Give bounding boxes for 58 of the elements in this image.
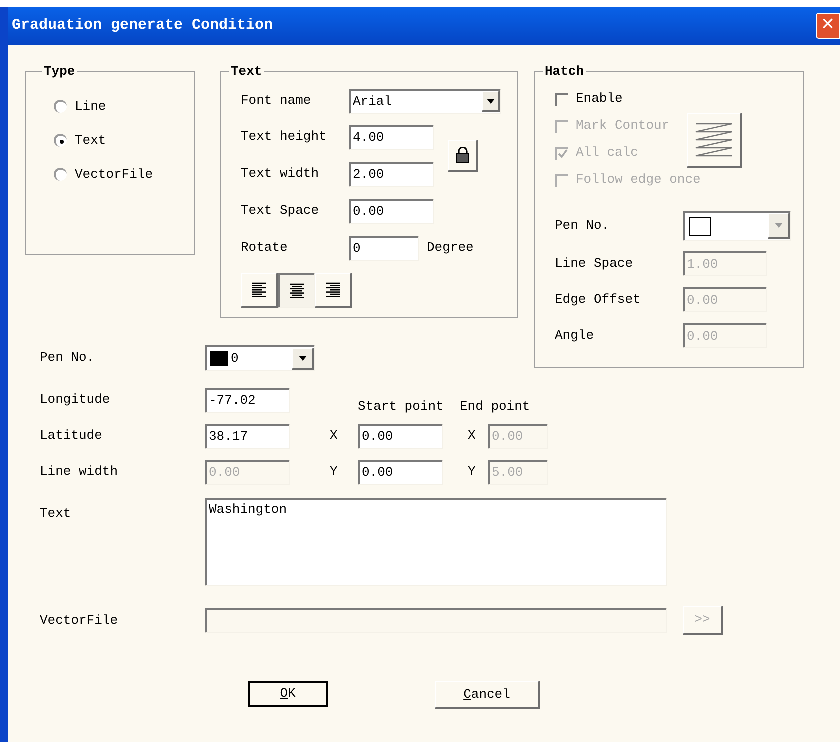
align-icon (288, 282, 306, 298)
checkbox[interactable] (555, 92, 568, 106)
field-label: Angle (555, 326, 596, 345)
group-title: Text (230, 63, 264, 81)
text-area[interactable]: Washington (205, 498, 667, 586)
radio-button[interactable] (54, 100, 67, 113)
column-header: End point (460, 399, 530, 414)
radio-label: Line (75, 98, 106, 116)
number-field[interactable]: 38.17 (205, 424, 290, 448)
radio-button[interactable] (54, 168, 67, 181)
axis-label: Y (330, 463, 339, 482)
field-label: Rotate (241, 239, 289, 258)
checkbox-label: Mark Contour (576, 117, 670, 136)
number-field[interactable]: -77.02 (205, 388, 290, 412)
radio-label: Text (75, 132, 106, 150)
field-label: Text height (241, 128, 328, 146)
lock-button[interactable] (448, 140, 478, 172)
align-button[interactable] (278, 272, 315, 308)
field-label: Text Space (241, 202, 320, 220)
number-field[interactable]: 0 (349, 236, 419, 260)
column-header: Start point (358, 399, 444, 414)
field-label: Line width (40, 463, 118, 482)
padlock-icon (456, 147, 470, 163)
align-icon (324, 282, 342, 298)
number-field[interactable]: 0.00 (358, 460, 443, 484)
field-label: Longitude (40, 391, 110, 410)
axis-label: X (468, 427, 477, 446)
hatch-pattern-button[interactable] (686, 112, 742, 168)
checkbox-label: Enable (576, 90, 623, 108)
field-label: VectorFile (40, 612, 120, 630)
field-label: Text width (241, 165, 320, 184)
dialog-button[interactable]: Cancel (435, 681, 540, 709)
axis-label: Y (468, 463, 477, 482)
radio-label: VectorFile (75, 166, 154, 184)
font-dropdown[interactable]: Arial (349, 88, 501, 114)
field-label: Text (40, 505, 72, 523)
align-icon (250, 282, 268, 298)
unit-label: Degree (427, 239, 474, 258)
dialog-button[interactable]: OK (248, 681, 328, 707)
radio-button[interactable] (54, 134, 67, 147)
field-label: Pen No. (40, 349, 96, 368)
number-field[interactable]: 2.00 (349, 162, 434, 186)
number-field[interactable]: 0.00 (358, 424, 443, 448)
number-field[interactable]: 4.00 (349, 124, 434, 150)
field-label: Line Space (555, 254, 634, 273)
checkbox-label: All calc (576, 144, 638, 162)
axis-label: X (330, 427, 339, 446)
checkbox-label: Follow edge once (576, 171, 701, 190)
field-label: Pen No. (555, 216, 611, 235)
window-title: Graduation generate Condition (12, 16, 274, 36)
field-label: Edge Offset (555, 290, 642, 309)
number-field[interactable]: 0.00 (349, 198, 434, 224)
group-title: Type (43, 63, 76, 81)
close-button[interactable]: × (816, 13, 840, 39)
group-title: Hatch (544, 63, 586, 81)
pen-dropdown[interactable]: 0 (205, 345, 315, 371)
field-label: Latitude (40, 427, 102, 446)
field-label: Font name (241, 92, 312, 110)
